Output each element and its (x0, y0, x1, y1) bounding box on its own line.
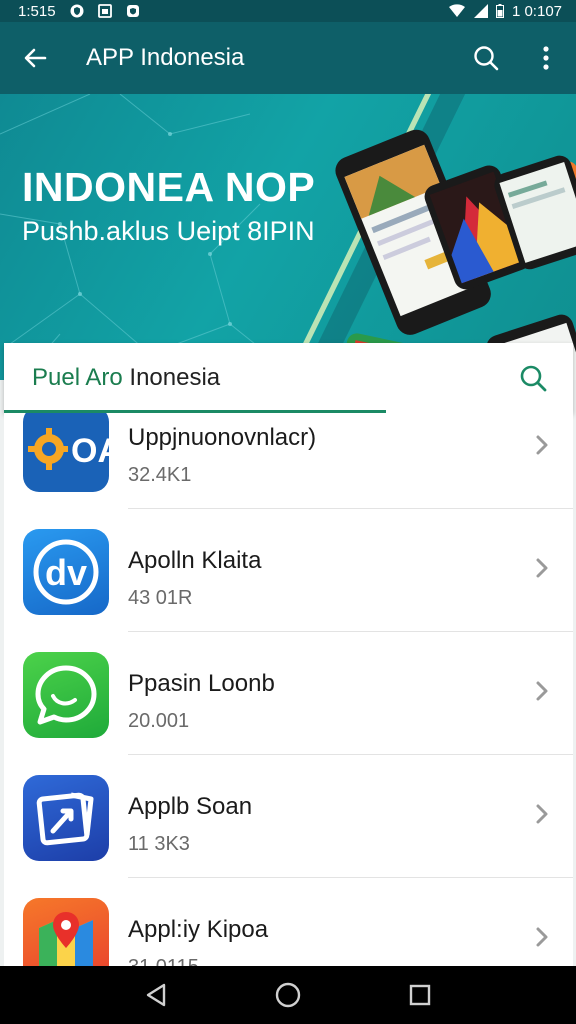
list-item[interactable]: OAP Uppjnuonovnlacr) 32.4K1 (4, 413, 573, 509)
arrow-left-icon (24, 48, 47, 68)
list-item[interactable]: Applb Soan 11 3K3 (4, 755, 573, 878)
system-nav-bar (0, 966, 576, 1024)
nav-recents-button[interactable] (390, 966, 450, 1024)
triangle-back-icon (146, 983, 166, 1007)
nav-home-button[interactable] (258, 966, 318, 1024)
image-share-icon (23, 775, 109, 861)
status-clock: 1 0:107 (511, 2, 562, 20)
app-count: 20.001 (128, 710, 190, 732)
page-title: APP Indonesia (86, 44, 245, 71)
search-query-rest: Inonesia (122, 364, 221, 391)
overflow-menu-button[interactable] (516, 22, 576, 94)
app-name: Ppasin Loonb (128, 670, 275, 697)
phones-illustration (285, 94, 576, 380)
chevron-right-icon (536, 435, 548, 455)
circle-home-icon (275, 982, 301, 1008)
screen: 1:515 1 0:107 APP Indonesia INDONEA NOP … (0, 0, 576, 1024)
more-vert-icon (543, 46, 549, 70)
status-time: 1:515 (18, 2, 56, 20)
search-button[interactable] (456, 22, 516, 94)
chevron-right-icon (536, 927, 548, 947)
back-button[interactable] (0, 22, 70, 94)
app-count: 32.4K1 (128, 464, 192, 486)
dv-logo-text: dv (45, 552, 87, 593)
list-item[interactable]: Appl:iy Kipoa 31.0115 (4, 878, 573, 966)
security-notification-icon (126, 5, 139, 17)
signal-icon (473, 4, 488, 18)
map-pin-icon (23, 898, 109, 966)
chat-bubble-icon (23, 652, 109, 738)
calendar-notification-icon (97, 4, 112, 18)
battery-icon (495, 4, 504, 18)
hero-banner[interactable]: INDONEA NOP Pushb.aklus Ueipt 8IPIN (0, 94, 576, 380)
shield-notification-icon (70, 4, 84, 18)
search-submit-button[interactable] (493, 343, 573, 413)
app-list: OAP Uppjnuonovnlacr) 32.4K1 dv Apolln Kl… (4, 413, 573, 966)
list-item[interactable]: Ppasin Loonb 20.001 (4, 632, 573, 755)
app-name: Appl:iy Kipoa (128, 916, 269, 943)
wifi-icon (448, 4, 465, 17)
oap-logo-text: OAP (71, 432, 109, 470)
nav-back-button[interactable] (126, 966, 186, 1024)
list-item[interactable]: dv Apolln Klaita 43 01R (4, 509, 573, 632)
oap-logo-icon: OAP (23, 413, 109, 492)
search-icon (474, 46, 499, 71)
app-bar: APP Indonesia (0, 22, 576, 94)
chevron-right-icon (536, 681, 548, 701)
chevron-right-icon (536, 804, 548, 824)
search-icon (520, 365, 547, 392)
app-count: 11 3K3 (128, 833, 190, 855)
app-count: 31.0115 (128, 956, 199, 966)
chevron-right-icon (536, 558, 548, 578)
search-query[interactable]: Puel Aro Inonesia (32, 364, 493, 392)
app-name: Applb Soan (128, 793, 253, 820)
square-recents-icon (409, 984, 431, 1006)
app-name: Apolln Klaita (128, 547, 262, 574)
search-query-highlight: Puel Aro (32, 364, 123, 391)
search-bar[interactable]: Puel Aro Inonesia (4, 343, 573, 413)
status-bar: 1:515 1 0:107 (0, 0, 576, 22)
dv-logo-icon: dv (23, 529, 109, 615)
app-count: 43 01R (128, 587, 193, 609)
app-name: Uppjnuonovnlacr) (128, 424, 317, 451)
